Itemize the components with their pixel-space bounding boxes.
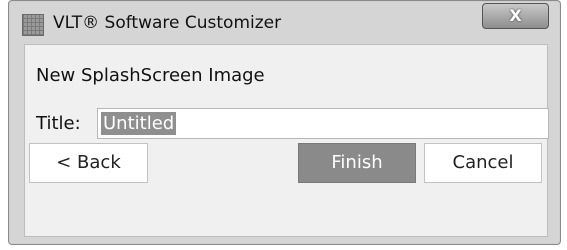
close-icon: X — [509, 6, 522, 25]
dialog-window: VLT® Software Customizer X New SplashScr… — [8, 0, 561, 245]
app-icon — [22, 14, 44, 36]
window-title: VLT® Software Customizer — [53, 13, 282, 33]
title-bar[interactable]: VLT® Software Customizer — [9, 1, 560, 47]
close-button[interactable]: X — [482, 3, 549, 29]
page-heading: New SplashScreen Image — [36, 65, 265, 86]
back-button[interactable]: < Back — [29, 143, 148, 183]
dialog-content: New SplashScreen Image Title: Untitled — [24, 44, 549, 237]
title-input-value: Untitled — [101, 112, 177, 135]
title-field-label: Title: — [36, 113, 81, 134]
title-input[interactable]: Untitled — [97, 108, 549, 139]
finish-button[interactable]: Finish — [298, 143, 416, 183]
cancel-button[interactable]: Cancel — [424, 143, 542, 183]
